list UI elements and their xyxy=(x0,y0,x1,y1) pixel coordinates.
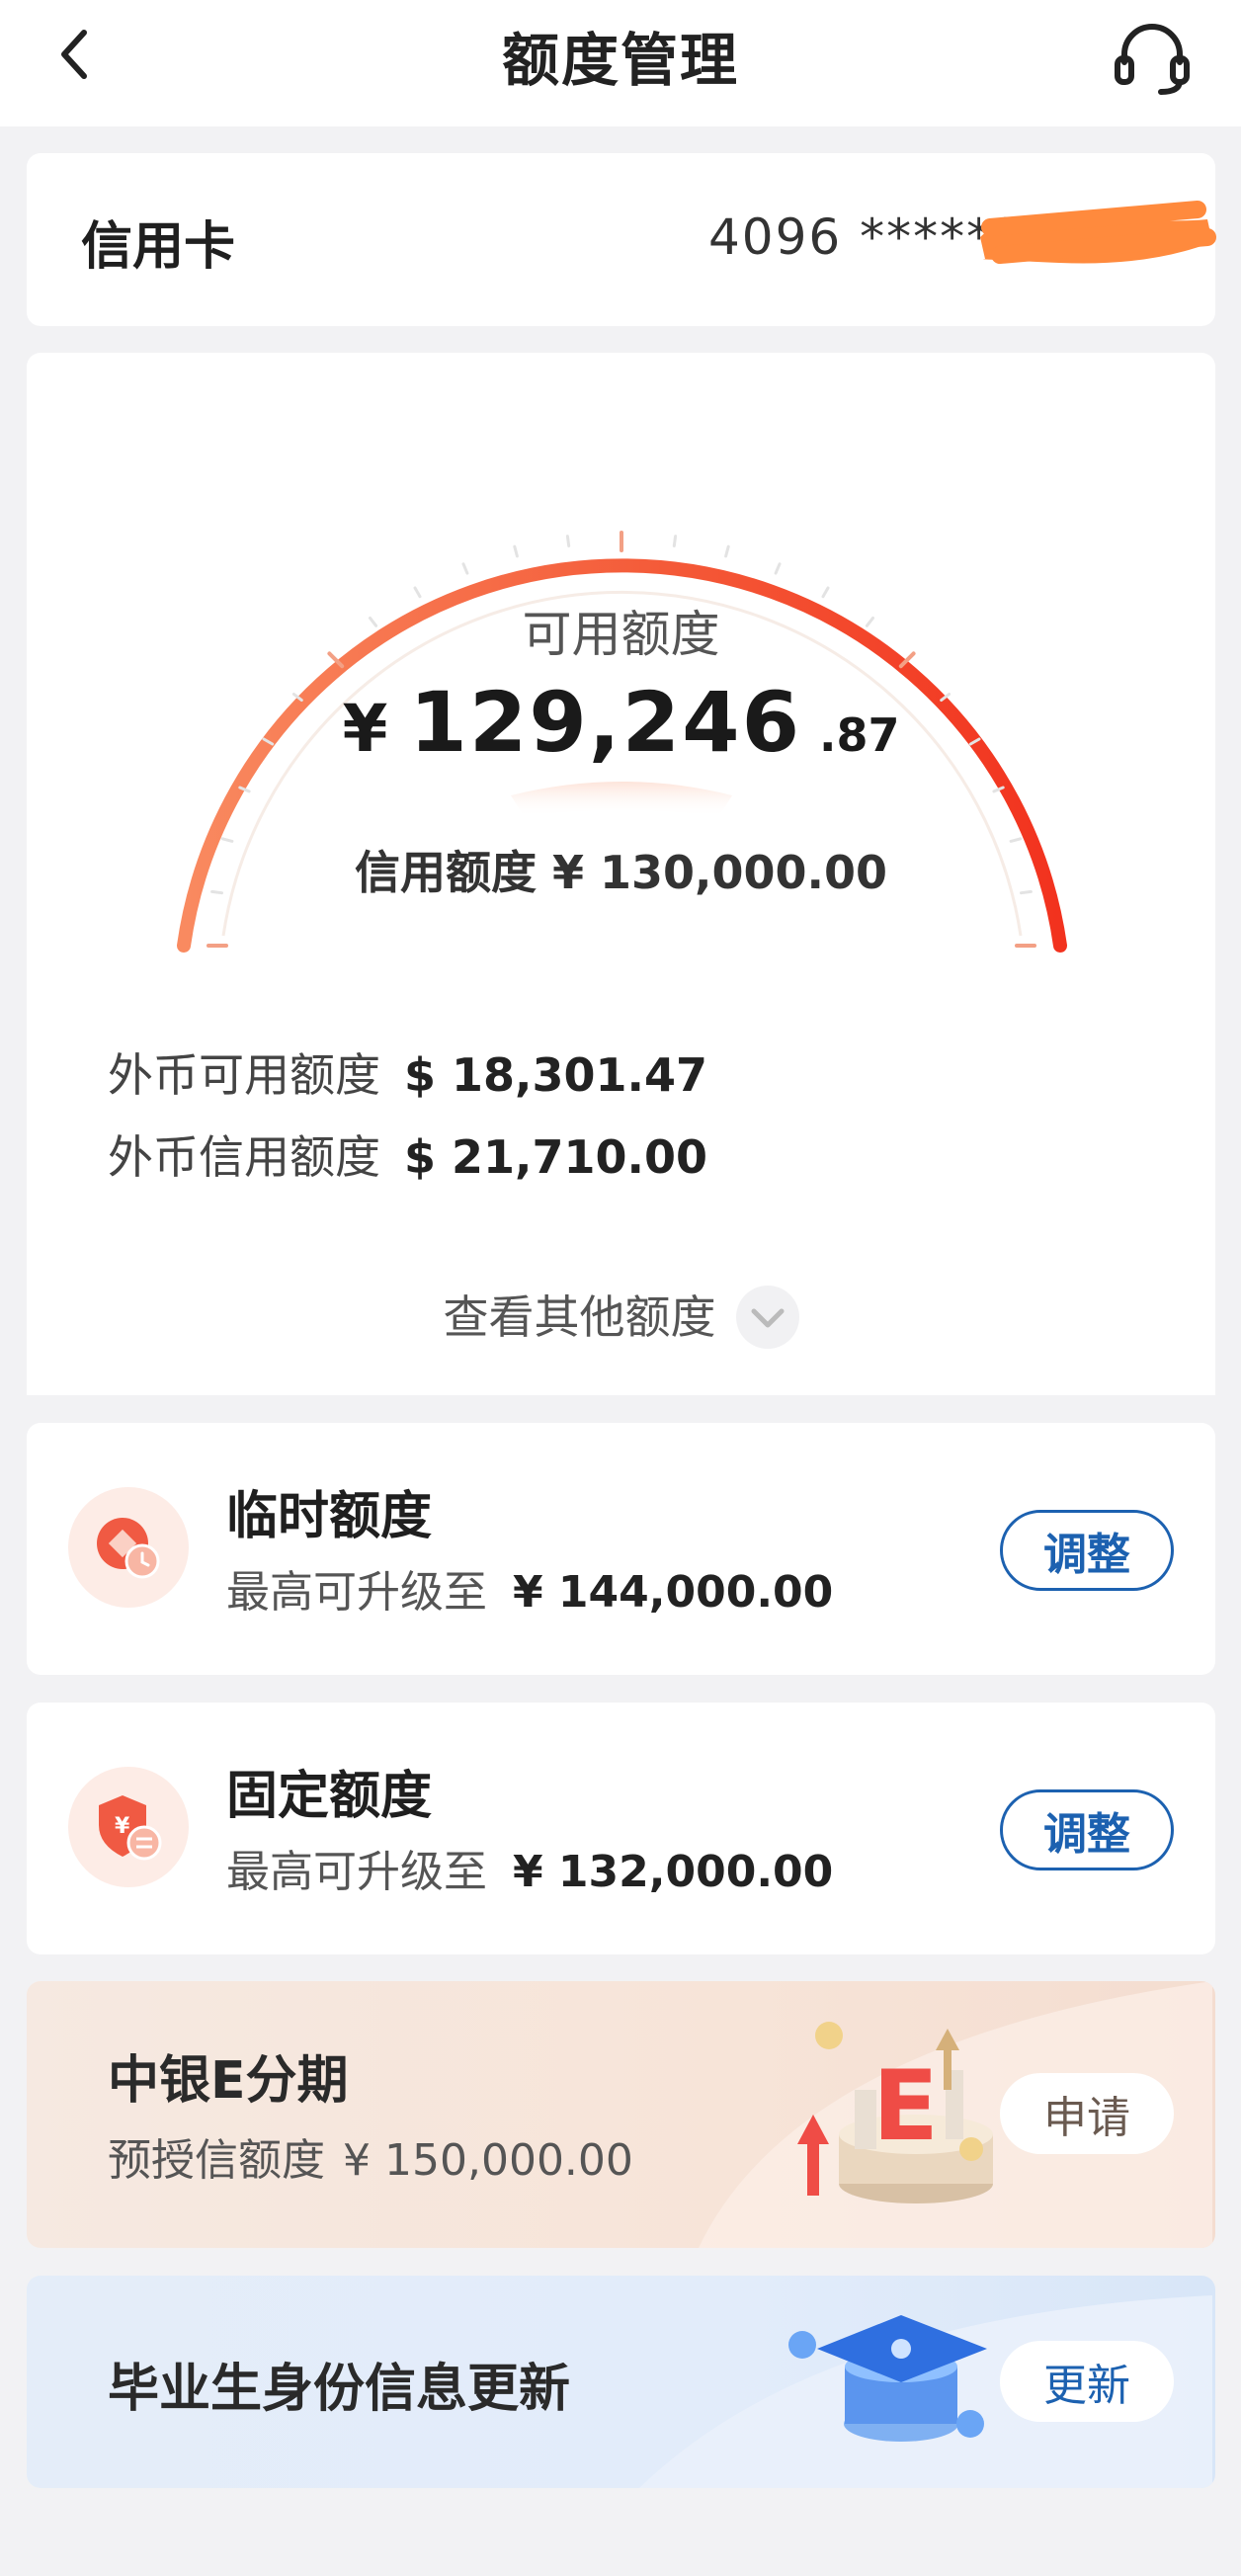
svg-text:E: E xyxy=(872,2050,939,2163)
headset-icon xyxy=(1115,24,1190,95)
fixed-limit-title: 固定额度 xyxy=(226,1767,433,1826)
available-limit-label: 可用额度 xyxy=(522,606,720,663)
fixed-limit-icon-wrap: ¥ xyxy=(68,1767,189,1887)
view-other-limits-label: 查看其他额度 xyxy=(443,1290,716,1344)
amount-integer: 129,246 xyxy=(409,674,802,771)
preauth-value: ¥ 150,000.00 xyxy=(343,2135,633,2186)
credit-limit: 信用额度 ¥ 130,000.00 xyxy=(354,846,888,899)
customer-service-button[interactable] xyxy=(1103,8,1201,107)
fixed-limit-max: 最高可升级至 ¥ 132,000.00 xyxy=(226,1836,833,1899)
foreign-limit-value: $ 21,710.00 xyxy=(404,1130,708,1184)
gauge-tick xyxy=(513,544,519,558)
foreign-available-row: 外币可用额度 $ 18,301.47 xyxy=(108,1039,707,1105)
foreign-available-value: $ 18,301.47 xyxy=(404,1048,708,1102)
adjust-fixed-button[interactable]: 调整 xyxy=(1000,1789,1174,1870)
graduate-update-title: 毕业生身份信息更新 xyxy=(108,2360,571,2419)
coin-clock-icon xyxy=(97,1518,160,1579)
gauge-tick xyxy=(774,562,782,575)
shield-yen-icon: ¥ xyxy=(99,1795,162,1861)
foreign-limit-row: 外币信用额度 $ 21,710.00 xyxy=(108,1122,707,1187)
gauge-tick xyxy=(565,535,571,547)
graduate-update-card[interactable]: 毕业生身份信息更新 更新 xyxy=(27,2276,1215,2488)
chevron-down-icon xyxy=(751,1308,784,1327)
max-label: 最高可升级至 xyxy=(226,1567,487,1618)
temporary-limit-max: 最高可升级至 ¥ 144,000.00 xyxy=(226,1556,833,1620)
available-limit-amount: ¥129,246 .87 xyxy=(27,674,1215,771)
foreign-limit-label: 外币信用额度 xyxy=(108,1130,380,1184)
preauth-label: 预授信额度 xyxy=(108,2135,325,2186)
gauge-tick xyxy=(672,535,678,547)
top-bar: 额度管理 xyxy=(0,0,1241,126)
foreign-available-label: 外币可用额度 xyxy=(108,1048,380,1102)
svg-text:¥: ¥ xyxy=(115,1814,130,1839)
temporary-limit-title: 临时额度 xyxy=(226,1487,433,1546)
amount-decimal: .87 xyxy=(819,708,900,762)
view-other-limits[interactable]: 查看其他额度 xyxy=(27,1282,1215,1353)
max-value: ¥ 132,000.00 xyxy=(513,1847,834,1897)
adjust-temporary-button[interactable]: 调整 xyxy=(1000,1510,1174,1591)
gauge-tick xyxy=(461,562,469,575)
gauge-tick xyxy=(724,544,730,558)
max-label: 最高可升级至 xyxy=(226,1847,487,1897)
temporary-limit-icon-wrap xyxy=(68,1487,189,1608)
installment-promo-subtitle: 预授信额度 ¥ 150,000.00 xyxy=(108,2124,633,2188)
update-button[interactable]: 更新 xyxy=(1000,2341,1174,2422)
installment-promo-card[interactable]: 中银E分期 预授信额度 ¥ 150,000.00 E 申请 xyxy=(27,1981,1215,2248)
max-value: ¥ 144,000.00 xyxy=(513,1567,834,1618)
page-title: 额度管理 xyxy=(501,27,739,94)
card-selector[interactable]: 信用卡 4096 ****** xyxy=(27,153,1216,326)
currency-symbol: ¥ xyxy=(342,691,388,767)
redaction-mark xyxy=(980,201,1216,264)
apply-button[interactable]: 申请 xyxy=(1000,2073,1174,2154)
expand-chevron xyxy=(735,1285,799,1349)
available-limit-panel: 可用额度 ¥129,246 .87 信用额度 ¥ 130,000.00 外币可用额… xyxy=(27,353,1215,1395)
installment-promo-title: 中银E分期 xyxy=(108,2051,349,2111)
card-type-label: 信用卡 xyxy=(81,217,236,277)
temporary-limit-card: 临时额度 最高可升级至 ¥ 144,000.00 调整 xyxy=(27,1423,1215,1675)
fixed-limit-card: ¥ 固定额度 最高可升级至 ¥ 132,000.00 调整 xyxy=(27,1703,1215,1954)
